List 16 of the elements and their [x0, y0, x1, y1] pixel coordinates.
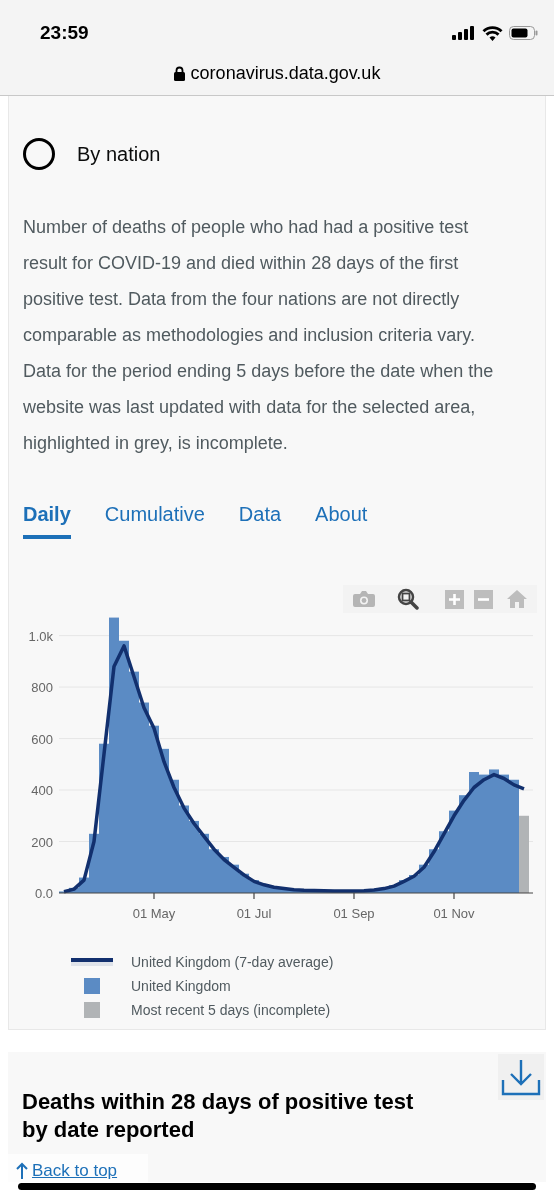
y-axis-label: 1.0k — [28, 628, 53, 644]
legend-label: Most recent 5 days (incomplete) — [131, 1000, 331, 1020]
card-heading: Deaths within 28 days of positive test by date reported — [22, 1088, 415, 1144]
y-axis-label: 600 — [31, 731, 53, 747]
x-axis-label: 01 Jul — [236, 906, 272, 921]
x-axis-label: 01 May — [132, 906, 176, 921]
status-time: 23:59 — [40, 20, 89, 45]
x-axis-label: 01 Nov — [433, 906, 475, 921]
y-axis-label: 400 — [31, 783, 53, 799]
x-axis-label: 01 Sep — [333, 906, 375, 921]
y-axis-label: 800 — [31, 680, 53, 696]
legend-label: United Kingdom — [131, 976, 231, 996]
y-axis-label: 0.0 — [34, 886, 53, 901]
y-axis-label: 200 — [31, 834, 53, 850]
description-text: Number of deaths of people who had had a positive test result for COVID-19 and died within 28 days of the first positive test. Data from the four nations are not directly comparable as methodologies and inclusion criteria vary. Data for the period ending 5 days before the date when the website was last updated with data for the selected area, highlighted in grey, is incomplete. — [23, 216, 495, 455]
legend-label: United Kingdom (7-day average) — [131, 952, 334, 972]
